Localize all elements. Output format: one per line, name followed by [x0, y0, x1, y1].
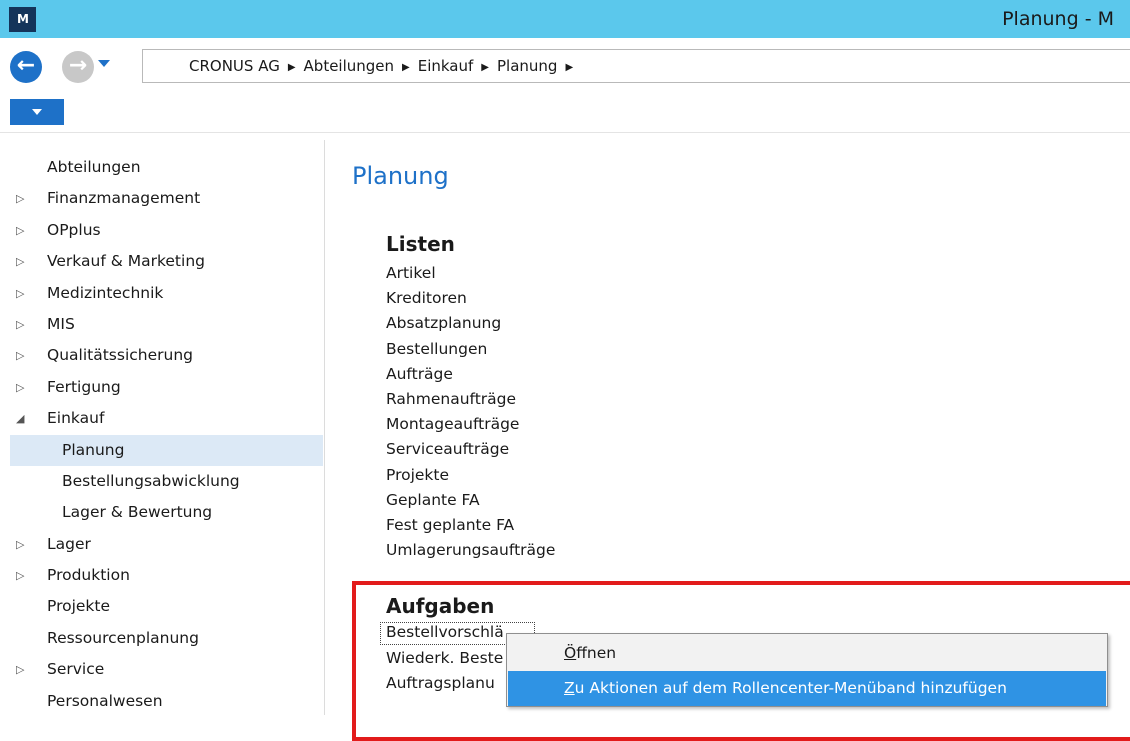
task-link-wiederk-bestellung[interactable]: Wiederk. Beste	[386, 649, 503, 667]
forward-arrow-icon[interactable]: →	[62, 51, 94, 83]
list-link-fest-geplante-fa[interactable]: Fest geplante FA	[386, 516, 514, 534]
sidebar-item-label: Lager & Bewertung	[62, 503, 213, 522]
breadcrumb-item[interactable]: Einkauf	[418, 57, 474, 75]
breadcrumb-item[interactable]: Abteilungen	[304, 57, 395, 75]
collapse-arrow-icon[interactable]: ◢	[16, 403, 24, 434]
sidebar-item-label: Service	[47, 660, 105, 679]
list-link-kreditoren[interactable]: Kreditoren	[386, 289, 467, 307]
expand-arrow-icon[interactable]: ▷	[16, 278, 24, 309]
sidebar-item-einkauf[interactable]: ◢ Einkauf	[10, 403, 323, 434]
navigation-bar: ← → CRONUS AG ▶ Abteilungen ▶ Einkauf ▶ Planun…	[0, 38, 1130, 94]
expand-arrow-icon[interactable]: ▷	[16, 183, 24, 214]
list-link-artikel[interactable]: Artikel	[386, 264, 436, 282]
sidebar-item-qualitaetssicherung[interactable]: ▷ Qualitätssicherung	[10, 340, 323, 371]
sidebar-item-produktion[interactable]: ▷ Produktion	[10, 560, 323, 591]
sidebar-item-fertigung[interactable]: ▷ Fertigung	[10, 372, 323, 403]
sidebar-item-label: Medizintechnik	[47, 283, 164, 302]
menu-item-add-to-ribbon[interactable]: Zu Aktionen auf dem Rollencenter-Menüban…	[508, 671, 1106, 706]
back-arrow-icon[interactable]: ←	[10, 51, 42, 83]
sidebar-item-label: OPplus	[47, 220, 101, 239]
sidebar-item-abteilungen[interactable]: Abteilungen	[10, 152, 323, 183]
sidebar-item-label: Abteilungen	[47, 158, 141, 176]
ribbon-divider	[0, 132, 1130, 133]
menu-item-open[interactable]: Öffnen	[508, 636, 1106, 671]
app-logo-icon[interactable]: M	[9, 7, 36, 32]
expand-arrow-icon[interactable]: ▷	[16, 560, 24, 591]
sidebar-item-label: Lager	[47, 534, 91, 553]
sidebar-item-opplus[interactable]: ▷ OPplus	[10, 215, 323, 246]
sidebar-item-service[interactable]: ▷ Service	[10, 654, 323, 685]
expand-arrow-icon[interactable]: ▷	[16, 340, 24, 371]
section-heading-listen: Listen	[386, 232, 455, 256]
sidebar-item-label: Bestellungsabwicklung	[62, 471, 240, 490]
expand-arrow-icon[interactable]: ▷	[16, 215, 24, 246]
sidebar-item-label: Finanzmanagement	[47, 189, 201, 208]
sidebar-item-ressourcenplanung[interactable]: Ressourcenplanung	[10, 623, 323, 654]
sidebar-item-lager[interactable]: ▷ Lager	[10, 529, 323, 560]
sidebar-item-label: Verkauf & Marketing	[47, 252, 205, 271]
expand-arrow-icon[interactable]: ▷	[16, 654, 24, 685]
sidebar-item-planung[interactable]: Planung	[10, 434, 323, 466]
address-bar[interactable]: CRONUS AG ▶ Abteilungen ▶ Einkauf ▶ Planung ▶	[142, 49, 1130, 83]
ribbon-menu-button[interactable]	[10, 99, 64, 125]
sidebar-item-label: Produktion	[47, 566, 130, 585]
breadcrumb-item[interactable]: Planung	[497, 57, 557, 75]
sidebar-item-bestellungsabwicklung[interactable]: Bestellungsabwicklung	[10, 466, 323, 497]
chevron-down-icon	[32, 109, 42, 115]
window-title: Planung - M	[1002, 8, 1114, 30]
expand-arrow-icon[interactable]: ▷	[16, 246, 24, 277]
expand-arrow-icon[interactable]: ▷	[16, 372, 24, 403]
sidebar-item-label: Projekte	[47, 597, 111, 616]
sidebar-item-mis[interactable]: ▷ MIS	[10, 309, 323, 340]
list-link-rahmenauftraege[interactable]: Rahmenaufträge	[386, 390, 516, 408]
sidebar-item-personalwesen[interactable]: Personalwesen	[10, 686, 323, 717]
sidebar-item-finanzmanagement[interactable]: ▷ Finanzmanagement	[10, 183, 323, 214]
sidebar: Abteilungen ▷ Finanzmanagement ▷ OPplus …	[10, 152, 323, 717]
history-dropdown-icon[interactable]	[98, 60, 110, 67]
sidebar-item-label: MIS	[47, 314, 75, 333]
sidebar-item-label: Qualitätssicherung	[47, 346, 193, 365]
breadcrumb-item[interactable]: CRONUS AG	[189, 57, 280, 75]
list-link-umlagerungsauftraege[interactable]: Umlagerungsaufträge	[386, 541, 555, 559]
task-link-auftragsplanung[interactable]: Auftragsplanu	[386, 674, 495, 692]
sidebar-divider	[324, 140, 325, 715]
breadcrumb-separator-icon[interactable]: ▶	[481, 62, 489, 73]
expand-arrow-icon[interactable]: ▷	[16, 309, 24, 340]
breadcrumb-separator-icon[interactable]: ▶	[565, 62, 573, 73]
breadcrumb-separator-icon[interactable]: ▶	[288, 62, 296, 73]
sidebar-item-label: Personalwesen	[47, 691, 163, 710]
task-link-bestellvorschlaege[interactable]: Bestellvorschlä	[386, 623, 504, 641]
expand-arrow-icon[interactable]: ▷	[16, 529, 24, 560]
list-link-auftraege[interactable]: Aufträge	[386, 365, 453, 383]
breadcrumb-separator-icon[interactable]: ▶	[402, 62, 410, 73]
title-bar: M Planung - M	[0, 0, 1130, 38]
list-link-montageauftraege[interactable]: Montageaufträge	[386, 415, 519, 433]
page-title: Planung	[352, 162, 449, 190]
section-heading-aufgaben: Aufgaben	[386, 594, 495, 618]
list-link-absatzplanung[interactable]: Absatzplanung	[386, 314, 501, 332]
context-menu: Öffnen Zu Aktionen auf dem Rollencenter-…	[506, 633, 1108, 707]
sidebar-item-label: Einkauf	[47, 409, 105, 428]
list-link-bestellungen[interactable]: Bestellungen	[386, 340, 487, 358]
sidebar-item-projekte[interactable]: Projekte	[10, 591, 323, 622]
sidebar-item-label: Ressourcenplanung	[47, 628, 199, 647]
list-link-geplante-fa[interactable]: Geplante FA	[386, 491, 480, 509]
list-link-serviceauftraege[interactable]: Serviceaufträge	[386, 440, 509, 458]
sidebar-item-label: Fertigung	[47, 377, 121, 396]
list-link-projekte[interactable]: Projekte	[386, 466, 449, 484]
sidebar-item-medizintechnik[interactable]: ▷ Medizintechnik	[10, 278, 323, 309]
sidebar-item-verkauf-marketing[interactable]: ▷ Verkauf & Marketing	[10, 246, 323, 277]
sidebar-item-label: Planung	[62, 440, 125, 459]
sidebar-item-lager-bewertung[interactable]: Lager & Bewertung	[10, 497, 323, 528]
